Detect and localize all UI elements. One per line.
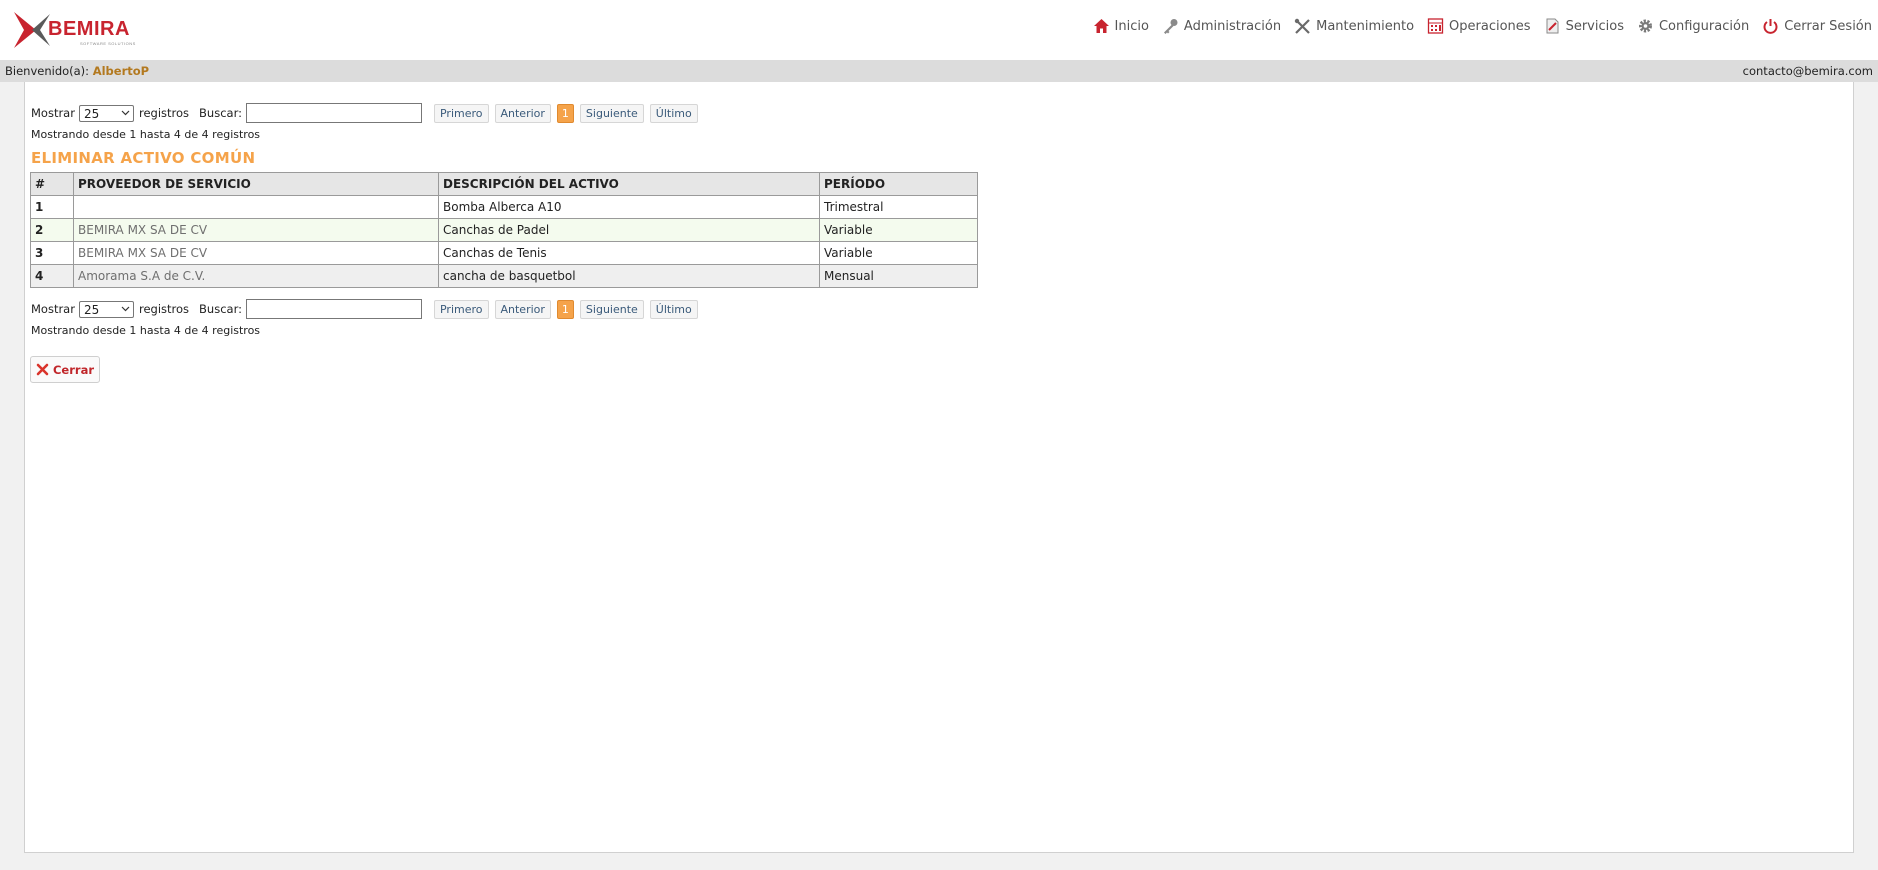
page-size-value: 25 <box>83 302 100 317</box>
nav-servicios[interactable]: Servicios <box>1544 18 1624 34</box>
logo-text: BEMIRA <box>48 18 130 40</box>
column-header-period[interactable]: PERÍODO <box>819 172 978 196</box>
nav-inicio[interactable]: Inicio <box>1093 18 1149 34</box>
cell-period: Trimestral <box>819 195 978 219</box>
next-page-button[interactable]: Siguiente <box>579 103 644 123</box>
table-row[interactable]: 1 Bomba Alberca A10 Trimestral <box>30 195 978 219</box>
table-row[interactable]: 2 BEMIRA MX SA DE CV Canchas de Padel Va… <box>30 218 978 242</box>
chevron-down-icon <box>121 110 130 115</box>
tools-icon <box>1294 18 1310 34</box>
page-size-value: 25 <box>83 106 100 121</box>
page-size-select[interactable]: 25 <box>78 300 134 318</box>
logo-tagline: SOFTWARE SOLUTIONS <box>80 41 136 46</box>
nav-cerrar-sesion[interactable]: Cerrar Sesión <box>1762 18 1872 34</box>
document-icon <box>1546 18 1559 34</box>
cell-provider: BEMIRA MX SA DE CV <box>73 241 439 265</box>
cell-number: 2 <box>30 218 74 242</box>
last-page-button[interactable]: Último <box>649 103 698 123</box>
first-page-button[interactable]: Primero <box>433 103 489 123</box>
assets-table: # PROVEEDOR DE SERVICIO DESCRIPCIÓN DEL … <box>30 172 978 288</box>
records-info-bottom: Mostrando desde 1 hasta 4 de 4 registros <box>31 324 261 337</box>
search-input[interactable] <box>245 103 422 123</box>
cell-period: Variable <box>819 241 978 265</box>
calculator-icon <box>1427 18 1444 34</box>
close-button-label: Cerrar <box>52 362 94 377</box>
current-page-button[interactable]: 1 <box>556 299 574 319</box>
prev-page-button[interactable]: Anterior <box>494 103 551 123</box>
gear-icon <box>1638 19 1652 33</box>
cell-period: Mensual <box>819 264 978 288</box>
search-input[interactable] <box>245 299 422 319</box>
nav-label-configuracion: Configuración <box>1658 18 1750 34</box>
close-button[interactable]: Cerrar <box>30 356 100 383</box>
records-label: registros <box>138 302 190 316</box>
show-label: Mostrar <box>31 106 75 120</box>
bemira-logo[interactable]: BEMIRA SOFTWARE SOLUTIONS <box>10 8 150 52</box>
cell-description: Canchas de Padel <box>438 218 820 242</box>
last-page-button[interactable]: Último <box>649 299 698 319</box>
current-user: AlbertoP <box>92 64 150 78</box>
contact-email: contacto@bemira.com <box>1742 64 1873 78</box>
key-icon <box>1163 19 1178 34</box>
nav-label-inicio: Inicio <box>1114 18 1149 34</box>
next-page-button[interactable]: Siguiente <box>579 299 644 319</box>
nav-label-administracion: Administración <box>1183 18 1282 34</box>
content-panel: Mostrar 25 registros Buscar: Primero Ant… <box>24 82 1854 853</box>
table-row[interactable]: 3 BEMIRA MX SA DE CV Canchas de Tenis Va… <box>30 241 978 265</box>
cell-provider: Amorama S.A de C.V. <box>73 264 439 288</box>
table-toolbar-top: Mostrar 25 registros Buscar: Primero Ant… <box>31 102 698 124</box>
table-header-row: # PROVEEDOR DE SERVICIO DESCRIPCIÓN DEL … <box>30 172 978 196</box>
top-header: BEMIRA SOFTWARE SOLUTIONS Inicio Adminis… <box>0 0 1878 60</box>
chevron-down-icon <box>121 306 130 311</box>
cell-description: Bomba Alberca A10 <box>438 195 820 219</box>
home-icon <box>1093 19 1109 33</box>
welcome-text: Bienvenido(a): AlbertoP <box>5 60 149 82</box>
search-label: Buscar: <box>199 106 242 120</box>
page-size-select[interactable]: 25 <box>78 104 134 122</box>
cell-number: 3 <box>30 241 74 265</box>
table-row[interactable]: 4 Amorama S.A de C.V. cancha de basquetb… <box>30 264 978 288</box>
cell-description: Canchas de Tenis <box>438 241 820 265</box>
cell-provider <box>73 195 439 219</box>
nav-administracion[interactable]: Administración <box>1162 18 1281 34</box>
show-label: Mostrar <box>31 302 75 316</box>
page-title: ELIMINAR ACTIVO COMÚN <box>31 149 256 167</box>
nav-label-mantenimiento: Mantenimiento <box>1316 18 1415 34</box>
cell-description: cancha de basquetbol <box>438 264 820 288</box>
table-toolbar-bottom: Mostrar 25 registros Buscar: Primero Ant… <box>31 298 698 320</box>
nav-label-cerrar-sesion: Cerrar Sesión <box>1784 18 1872 34</box>
cell-period: Variable <box>819 218 978 242</box>
cell-provider: BEMIRA MX SA DE CV <box>73 218 439 242</box>
cell-number: 4 <box>30 264 74 288</box>
nav-mantenimiento[interactable]: Mantenimiento <box>1294 18 1414 34</box>
records-info-top: Mostrando desde 1 hasta 4 de 4 registros <box>31 128 261 141</box>
prev-page-button[interactable]: Anterior <box>494 299 551 319</box>
cell-number: 1 <box>30 195 74 219</box>
first-page-button[interactable]: Primero <box>433 299 489 319</box>
search-label: Buscar: <box>199 302 242 316</box>
current-page-button[interactable]: 1 <box>556 103 574 123</box>
welcome-label: Bienvenido(a): <box>5 64 90 78</box>
welcome-bar: Bienvenido(a): AlbertoP contacto@bemira.… <box>0 60 1878 82</box>
nav-operaciones[interactable]: Operaciones <box>1427 18 1531 34</box>
close-x-icon <box>36 363 49 376</box>
nav-label-operaciones: Operaciones <box>1449 18 1531 34</box>
column-header-description[interactable]: DESCRIPCIÓN DEL ACTIVO <box>438 172 820 196</box>
power-icon <box>1763 19 1778 34</box>
column-header-number[interactable]: # <box>30 172 74 196</box>
nav-label-servicios: Servicios <box>1565 18 1624 34</box>
nav-configuracion[interactable]: Configuración <box>1637 18 1749 34</box>
records-label: registros <box>138 106 190 120</box>
column-header-provider[interactable]: PROVEEDOR DE SERVICIO <box>73 172 439 196</box>
main-nav: Inicio Administración Mantenimiento Oper… <box>1080 18 1872 34</box>
